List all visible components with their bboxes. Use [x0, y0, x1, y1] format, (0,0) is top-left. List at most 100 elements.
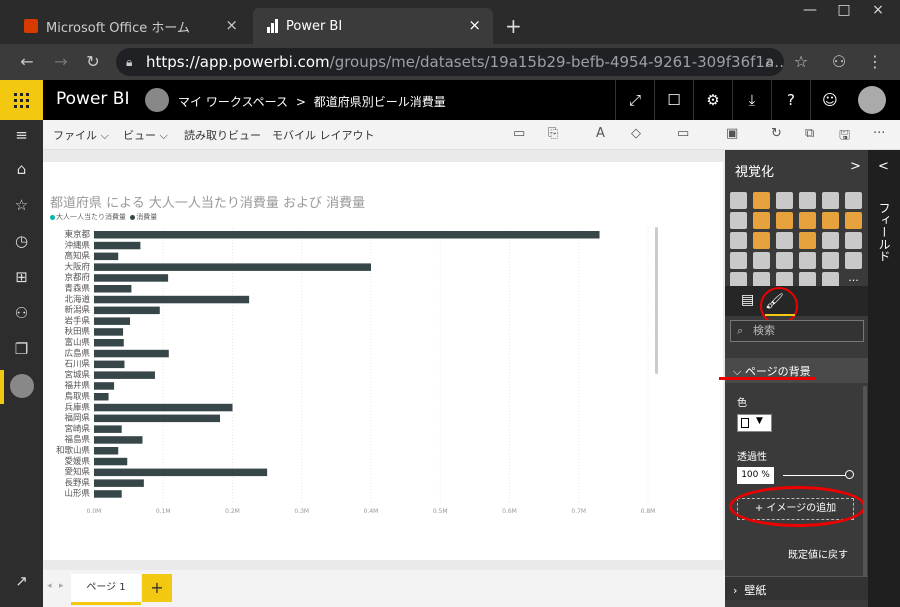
buttons-icon[interactable]: ▭: [677, 126, 689, 141]
bar[interactable]: [94, 349, 169, 358]
visual-type-icon[interactable]: [845, 252, 862, 269]
visual-type-icon[interactable]: [730, 232, 747, 249]
page-next-icon[interactable]: ▸: [59, 581, 64, 591]
bar[interactable]: [94, 403, 233, 412]
viz-expand-icon[interactable]: >: [850, 159, 861, 174]
bar[interactable]: [94, 263, 371, 271]
breadcrumb-report[interactable]: 都道府県別ビール消費量: [314, 95, 446, 109]
browser-menu-icon[interactable]: ⋮: [862, 52, 888, 71]
visual-type-icon[interactable]: [799, 212, 816, 229]
close-tab-icon[interactable]: ×: [225, 16, 238, 34]
recent-clock-icon[interactable]: ◷: [0, 232, 43, 250]
visual-type-icon[interactable]: [845, 192, 862, 209]
visual-interactions-icon[interactable]: ▣: [726, 126, 738, 141]
format-search-input[interactable]: ⌕ 検索: [730, 320, 864, 342]
visual-type-icon[interactable]: [822, 212, 839, 229]
bar[interactable]: [94, 339, 124, 347]
breadcrumb-workspace[interactable]: マイ ワークスペース: [178, 95, 288, 109]
visual-type-icon[interactable]: [776, 232, 793, 249]
minimize-button[interactable]: —: [795, 2, 825, 18]
bar[interactable]: [94, 274, 169, 282]
reload-icon[interactable]: ↻: [80, 52, 106, 71]
gear-icon[interactable]: ⚙: [693, 80, 732, 120]
color-picker[interactable]: ▼: [737, 414, 772, 432]
shapes-icon[interactable]: ◇: [631, 126, 641, 141]
new-tab-button[interactable]: +: [505, 14, 522, 38]
comment-icon[interactable]: ▭: [513, 126, 525, 141]
extension-icon[interactable]: ⚇: [826, 52, 852, 71]
close-window-button[interactable]: ×: [863, 2, 893, 18]
page-tab-1[interactable]: ページ 1: [71, 574, 141, 605]
ask-question-icon[interactable]: ⎘: [548, 126, 558, 141]
bar[interactable]: [94, 393, 109, 401]
visual-type-icon[interactable]: [776, 192, 793, 209]
visual-type-icon[interactable]: [822, 192, 839, 209]
bar[interactable]: [94, 382, 115, 390]
fields-pane-collapsed[interactable]: < フィールド: [868, 150, 900, 607]
workspaces-icon[interactable]: ❐: [0, 340, 43, 358]
back-arrow-icon[interactable]: ←: [14, 52, 40, 71]
bar[interactable]: [94, 436, 143, 444]
visual-type-icon[interactable]: [822, 232, 839, 249]
transparency-slider[interactable]: [783, 475, 853, 476]
smiley-icon[interactable]: ☺: [810, 80, 849, 120]
menu-reading-view[interactable]: 読み取りビュー: [184, 127, 261, 143]
visual-type-icon[interactable]: [799, 252, 816, 269]
report-page[interactable]: 都道府県 による 大人一人当たり消費量 および 消費量 大人一人当たり消費量 消…: [43, 162, 723, 560]
reset-default-link[interactable]: 既定値に戻す: [788, 546, 848, 561]
browser-tab-office[interactable]: Microsoft Office ホーム ×: [10, 8, 250, 44]
transparency-input[interactable]: 100 %: [737, 467, 774, 484]
url-field[interactable]: 🔒︎ https://app.powerbi.com/groups/me/dat…: [116, 48, 784, 76]
maximize-button[interactable]: □: [829, 2, 859, 18]
bar[interactable]: [94, 328, 124, 336]
bar[interactable]: [94, 285, 132, 293]
get-data-arrow-icon[interactable]: ↗: [0, 572, 43, 590]
visual-type-icon[interactable]: [845, 232, 862, 249]
visual-type-icon[interactable]: [799, 192, 816, 209]
save-icon[interactable]: 🖫︎: [839, 126, 850, 148]
visual-type-icon[interactable]: [776, 212, 793, 229]
help-icon[interactable]: ?: [771, 80, 810, 120]
textbox-icon[interactable]: A: [596, 126, 605, 141]
bar[interactable]: [94, 241, 141, 250]
user-avatar[interactable]: [858, 86, 886, 114]
visual-type-icon[interactable]: [730, 252, 747, 269]
add-page-button[interactable]: +: [142, 574, 172, 602]
menu-file[interactable]: ファイル ⌵: [53, 127, 109, 143]
visual-type-icon[interactable]: [753, 192, 770, 209]
visual-type-icon[interactable]: [776, 252, 793, 269]
menu-view[interactable]: ビュー ⌵: [123, 127, 168, 143]
bar[interactable]: [94, 457, 128, 466]
my-workspace-avatar[interactable]: [10, 374, 34, 398]
bar[interactable]: [94, 414, 221, 423]
section-wallpaper[interactable]: › 壁紙: [725, 576, 868, 600]
fields-well-icon[interactable]: ▤: [741, 292, 754, 308]
page-prev-icon[interactable]: ◂: [47, 581, 52, 591]
bar-chart[interactable]: 0.0M 0.1M 0.2M 0.3M 0.4M 0.5M 0.6M 0.7M 0.8M 東京都沖…: [43, 162, 723, 560]
format-pane-scrollbar[interactable]: [863, 386, 867, 576]
fullscreen-icon[interactable]: ⤢: [615, 80, 654, 120]
menu-mobile-layout[interactable]: モバイル レイアウト: [272, 127, 375, 143]
visual-type-icon[interactable]: [730, 192, 747, 209]
duplicate-icon[interactable]: ⧉: [805, 126, 814, 141]
visual-type-icon[interactable]: [822, 252, 839, 269]
bar[interactable]: [94, 479, 144, 487]
visual-type-icon[interactable]: [730, 212, 747, 229]
bar[interactable]: [94, 306, 160, 315]
bar[interactable]: [94, 425, 122, 433]
home-icon[interactable]: ⌂: [0, 160, 43, 178]
bar[interactable]: [94, 360, 125, 369]
download-icon[interactable]: ⤓: [732, 80, 771, 120]
comment-icon[interactable]: ☐: [654, 80, 693, 120]
bar[interactable]: [94, 317, 131, 325]
bar[interactable]: [94, 252, 119, 261]
refresh-icon[interactable]: ↻: [771, 126, 782, 141]
visual-type-icon[interactable]: [753, 212, 770, 229]
visual-type-icon[interactable]: [845, 212, 862, 229]
visual-type-icon[interactable]: [799, 232, 816, 249]
favorites-star-icon[interactable]: ☆: [0, 196, 43, 214]
bar[interactable]: [94, 447, 119, 455]
fields-collapse-icon[interactable]: <: [878, 159, 889, 174]
slider-handle[interactable]: [845, 470, 854, 479]
zoom-icon[interactable]: ⌕: [757, 52, 783, 72]
